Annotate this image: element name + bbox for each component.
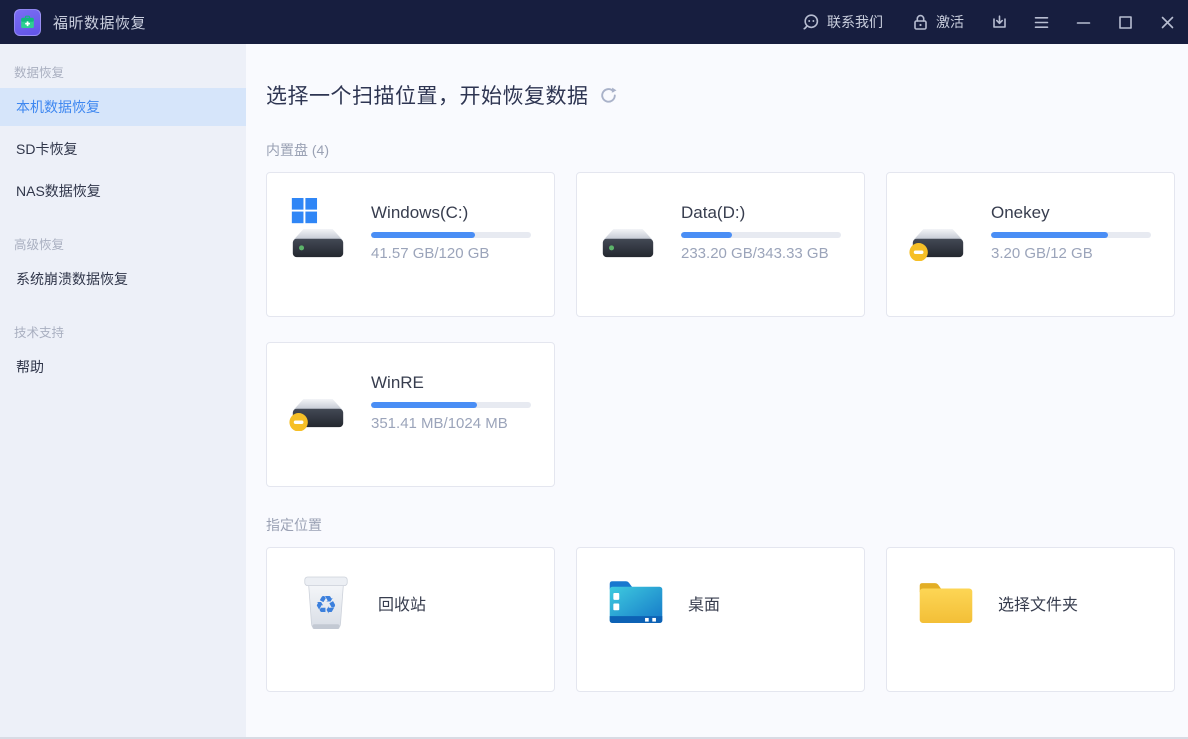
sidebar-item-help[interactable]: 帮助: [0, 348, 246, 386]
drive-size-text: 3.20 GB/12 GB: [991, 245, 1151, 262]
drive-name: WinRE: [371, 373, 531, 393]
svg-text:♻: ♻: [315, 591, 337, 620]
app-logo-icon: [14, 9, 41, 36]
sidebar: 数据恢复 本机数据恢复 SD卡恢复 NAS数据恢复 高级恢复 系统崩溃数据恢复 …: [0, 44, 246, 737]
contact-us-label: 联系我们: [827, 12, 883, 32]
drive-usage-fill: [371, 232, 475, 238]
sidebar-section-data-recovery: 数据恢复: [14, 64, 246, 82]
close-icon: [1158, 13, 1177, 32]
titlebar: 福昕数据恢复 联系我们 激活: [0, 0, 1188, 44]
download-tray-icon: [990, 13, 1009, 32]
drive-size-text: 351.41 MB/1024 MB: [371, 415, 531, 432]
location-card-desktop[interactable]: 桌面: [576, 547, 865, 692]
minimize-button[interactable]: [1062, 0, 1104, 44]
drive-usage-fill: [371, 402, 477, 408]
maximize-button[interactable]: [1104, 0, 1146, 44]
minimize-icon: [1074, 13, 1093, 32]
recycle-bin-icon: ♻: [297, 574, 355, 632]
drive-usage-fill: [681, 232, 732, 238]
desktop-folder-icon: [607, 574, 665, 632]
specified-locations-section-label: 指定位置: [266, 515, 1175, 535]
headset-contact-icon: [802, 13, 820, 31]
sidebar-section-advanced-recovery: 高级恢复: [14, 236, 246, 254]
hard-drive-hidden-icon: [287, 367, 351, 486]
download-button[interactable]: [978, 0, 1020, 44]
main-panel: 选择一个扫描位置，开始恢复数据 内置盘 (4): [246, 44, 1188, 737]
sidebar-item-nas-recovery[interactable]: NAS数据恢复: [0, 172, 246, 210]
location-card-choose-folder[interactable]: 选择文件夹: [886, 547, 1175, 692]
close-button[interactable]: [1146, 0, 1188, 44]
drive-usage-fill: [991, 232, 1108, 238]
drive-name: Windows(C:): [371, 203, 531, 223]
maximize-icon: [1116, 13, 1135, 32]
drive-name: Onekey: [991, 203, 1151, 223]
sidebar-item-crash-recovery[interactable]: 系统崩溃数据恢复: [0, 260, 246, 298]
titlebar-actions: 联系我们 激活: [788, 0, 1188, 44]
activate-button[interactable]: 激活: [897, 0, 978, 44]
drive-card-onekey[interactable]: Onekey 3.20 GB/12 GB: [886, 172, 1175, 317]
location-label: 选择文件夹: [998, 591, 1078, 615]
page-title: 选择一个扫描位置，开始恢复数据: [266, 80, 589, 110]
hamburger-menu-icon: [1032, 13, 1051, 32]
drive-usage-bar: [681, 232, 841, 238]
drive-card-winre[interactable]: WinRE 351.41 MB/1024 MB: [266, 342, 555, 487]
menu-button[interactable]: [1020, 0, 1062, 44]
hard-drive-hidden-icon: [907, 197, 971, 316]
contact-us-button[interactable]: 联系我们: [788, 0, 897, 44]
app-window: 福昕数据恢复 联系我们 激活: [0, 0, 1188, 739]
sidebar-section-tech-support: 技术支持: [14, 324, 246, 342]
refresh-icon[interactable]: [599, 85, 619, 105]
drive-card-data-d[interactable]: Data(D:) 233.20 GB/343.33 GB: [576, 172, 865, 317]
drive-usage-bar: [371, 232, 531, 238]
drive-size-text: 233.20 GB/343.33 GB: [681, 245, 841, 262]
location-card-recycle-bin[interactable]: ♻ 回收站: [266, 547, 555, 692]
activate-label: 激活: [936, 12, 964, 32]
lock-icon: [911, 13, 929, 31]
app-title: 福昕数据恢复: [53, 12, 146, 33]
location-label: 桌面: [688, 591, 720, 615]
hard-drive-icon: [597, 197, 661, 316]
internal-drives-grid: Windows(C:) 41.57 GB/120 GB: [266, 172, 1175, 487]
folder-icon: [917, 574, 975, 632]
location-label: 回收站: [378, 591, 426, 615]
sidebar-item-sdcard-recovery[interactable]: SD卡恢复: [0, 130, 246, 168]
hard-drive-windows-icon: [287, 197, 351, 316]
drive-usage-bar: [991, 232, 1151, 238]
drive-name: Data(D:): [681, 203, 841, 223]
internal-drives-section-label: 内置盘 (4): [266, 140, 1175, 160]
drive-usage-bar: [371, 402, 531, 408]
locations-grid: ♻ 回收站: [266, 547, 1175, 692]
drive-card-windows-c[interactable]: Windows(C:) 41.57 GB/120 GB: [266, 172, 555, 317]
drive-size-text: 41.57 GB/120 GB: [371, 245, 531, 262]
sidebar-item-local-recovery[interactable]: 本机数据恢复: [0, 88, 246, 126]
